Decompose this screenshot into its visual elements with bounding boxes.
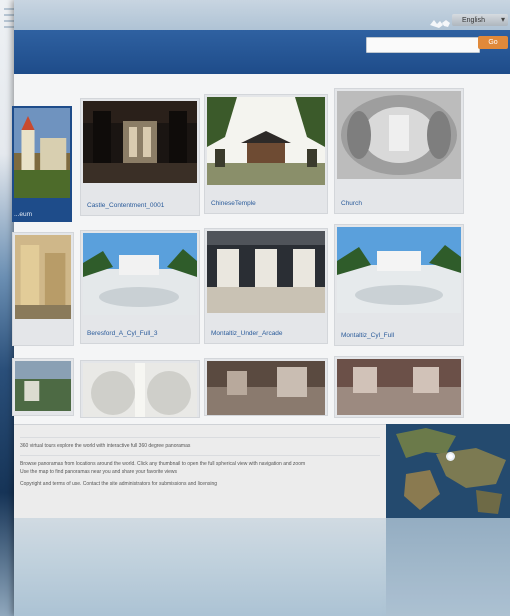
background-stripe (4, 14, 14, 16)
panorama-thumbnail[interactable] (207, 361, 325, 415)
gallery-card[interactable] (12, 232, 74, 346)
gallery-card[interactable] (204, 358, 328, 416)
map-pin-icon[interactable] (446, 452, 455, 461)
language-select[interactable]: English ▾ (452, 14, 508, 26)
screen-reflection (14, 518, 510, 616)
gallery-card[interactable]: ...eum (12, 106, 72, 222)
gallery-grid: ...eum Castle_Contentment_0001 ChineseTe… (12, 74, 510, 424)
panorama-thumbnail[interactable] (337, 227, 461, 313)
footer-text: Browse panoramas from locations around t… (20, 461, 306, 467)
monitor-screen: English ▾ Go ...eum Castle_Contentment_0… (12, 0, 510, 616)
gallery-card[interactable] (334, 356, 464, 418)
footer-text: 360 virtual tours explore the world with… (20, 443, 191, 449)
gallery-card[interactable] (12, 358, 74, 416)
globe-icon[interactable] (427, 17, 453, 31)
panorama-thumbnail[interactable] (83, 233, 197, 315)
panorama-thumbnail[interactable] (14, 108, 70, 198)
gallery-card[interactable]: Castle_Contentment_0001 (80, 98, 200, 216)
gallery-card[interactable]: Montaltiz_Cyl_Full (334, 224, 464, 346)
gallery-card[interactable] (80, 360, 200, 418)
search-button[interactable]: Go (478, 36, 508, 49)
footer-text: Copyright and terms of use. Contact the … (20, 481, 218, 487)
footer-divider (20, 455, 380, 456)
card-caption[interactable]: Montaltiz_Under_Arcade (211, 330, 283, 337)
footer-divider (20, 437, 380, 438)
panorama-thumbnail[interactable] (207, 97, 325, 185)
background-stripe (4, 8, 14, 10)
world-map[interactable] (386, 424, 510, 518)
card-caption[interactable]: Church (341, 200, 362, 207)
background-stripe (4, 20, 14, 22)
card-caption[interactable]: Montaltiz_Cyl_Full (341, 332, 394, 339)
panorama-thumbnail[interactable] (83, 101, 197, 183)
panorama-thumbnail[interactable] (337, 359, 461, 415)
footer-text: Use the map to find panoramas near you a… (20, 469, 178, 475)
panorama-thumbnail[interactable] (15, 235, 71, 319)
card-caption[interactable]: ...eum (14, 211, 32, 218)
gallery-card[interactable]: Montaltiz_Under_Arcade (204, 228, 328, 344)
panorama-thumbnail[interactable] (83, 363, 197, 417)
card-caption[interactable]: ChineseTemple (211, 200, 256, 207)
map-reflection (386, 518, 510, 616)
panorama-thumbnail[interactable] (337, 91, 461, 179)
card-caption[interactable]: Beresford_A_Cyl_Full_3 (87, 330, 157, 337)
chevron-down-icon: ▾ (500, 15, 505, 24)
language-select-label: English (462, 16, 485, 24)
gallery-card[interactable]: Church (334, 88, 464, 214)
gallery-card[interactable]: Beresford_A_Cyl_Full_3 (80, 230, 200, 344)
background-stripe (4, 26, 14, 28)
gallery-card[interactable]: ChineseTemple (204, 94, 328, 214)
search-input[interactable] (366, 37, 480, 53)
map-image (386, 424, 510, 518)
panorama-thumbnail[interactable] (15, 361, 71, 411)
panorama-thumbnail[interactable] (207, 231, 325, 313)
card-caption[interactable]: Castle_Contentment_0001 (87, 202, 164, 209)
